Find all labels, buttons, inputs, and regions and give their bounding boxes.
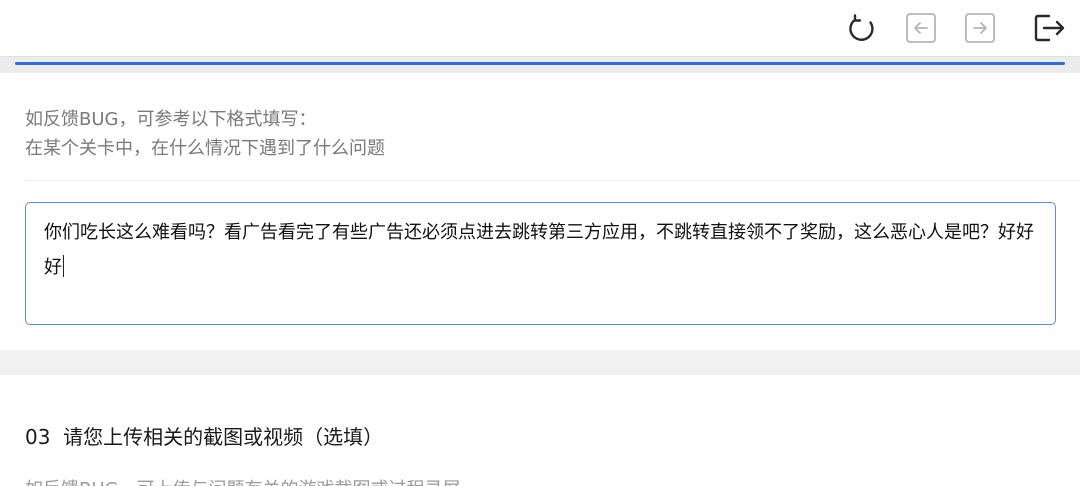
progress-bar: [15, 62, 1065, 65]
top-toolbar: [0, 0, 1080, 56]
logout-icon: [1034, 14, 1065, 42]
upload-section-title: 03 请您上传相关的截图或视频（选填）: [25, 421, 383, 450]
upload-section: 03 请您上传相关的截图或视频（选填） 如反馈BUG，可上传与问题有关的游戏截图…: [0, 375, 1080, 486]
section-gap: [0, 350, 1080, 375]
text-caret: [63, 255, 64, 277]
feedback-hint-line2: 在某个关卡中，在什么情况下遇到了什么问题: [25, 138, 385, 159]
section-number: 03: [25, 425, 51, 449]
arrow-left-icon: [906, 13, 936, 43]
feedback-text: 你们吃长这么难看吗？看广告看完了有些广告还必须点进去跳转第三方应用，不跳转直接领…: [44, 222, 1034, 278]
arrow-right-icon: [965, 13, 995, 43]
forward-button[interactable]: [963, 11, 997, 45]
divider: [25, 180, 1080, 181]
section-title-text: 请您上传相关的截图或视频（选填）: [63, 425, 384, 449]
refresh-button[interactable]: [845, 11, 879, 45]
refresh-icon: [849, 14, 874, 41]
progress-track: [0, 56, 1080, 74]
feedback-section: 如反馈BUG，可参考以下格式填写： 在某个关卡中，在什么情况下遇到了什么问题 你…: [0, 73, 1080, 350]
feedback-hint: 如反馈BUG，可参考以下格式填写： 在某个关卡中，在什么情况下遇到了什么问题: [25, 105, 1055, 163]
back-button[interactable]: [904, 11, 938, 45]
feedback-textarea[interactable]: 你们吃长这么难看吗？看广告看完了有些广告还必须点进去跳转第三方应用，不跳转直接领…: [25, 202, 1056, 325]
exit-button[interactable]: [1032, 11, 1066, 45]
upload-hint: 如反馈BUG，可上传与问题有关的游戏截图或过程录屏: [25, 475, 460, 486]
feedback-hint-line1: 如反馈BUG，可参考以下格式填写：: [25, 109, 317, 130]
